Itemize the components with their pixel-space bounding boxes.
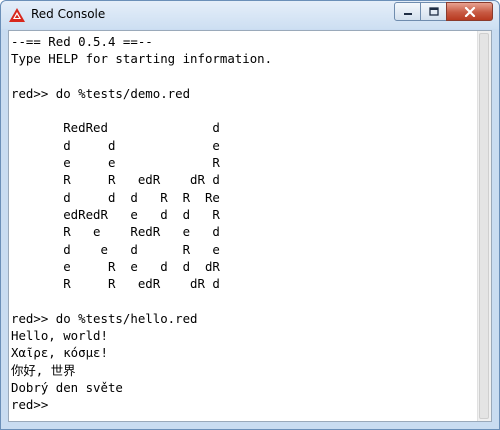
red-logo-icon <box>9 8 25 22</box>
console-line: e R e d d dR <box>11 258 220 274</box>
close-button[interactable] <box>446 2 493 21</box>
console-line: RedRed d <box>11 120 220 136</box>
title-bar[interactable]: Red Console <box>1 1 499 29</box>
console-line: R R edR dR d <box>11 172 220 188</box>
maximize-icon <box>428 7 439 16</box>
red-console-window: Red Console --== Red 0.5.4 ==-- Type HELP… <box>0 0 500 430</box>
console-line: Χαῖρε, κόσμε! <box>11 345 108 361</box>
vertical-scrollbar[interactable] <box>477 31 491 421</box>
console-line: R R edR dR d <box>11 276 220 292</box>
console-line: R e RedR e d <box>11 224 220 240</box>
console-line: 你好, 世界 <box>11 362 76 378</box>
minimize-button[interactable] <box>394 2 421 21</box>
console-line: edRedR e d d R <box>11 206 220 222</box>
scrollbar-thumb[interactable] <box>479 33 489 419</box>
console-line: red>> do %tests/demo.red <box>11 85 191 101</box>
close-icon <box>464 6 475 17</box>
minimize-icon <box>403 12 412 15</box>
console-line: d d d R R Re <box>11 189 220 205</box>
console-output-area[interactable]: --== Red 0.5.4 ==-- Type HELP for startin… <box>8 30 492 422</box>
console-line: d e d R e <box>11 241 220 257</box>
console-line: d d e <box>11 137 220 153</box>
console-line: red>> <box>11 397 49 413</box>
console-text: --== Red 0.5.4 ==-- Type HELP for startin… <box>11 33 477 414</box>
console-line: e e R <box>11 155 220 171</box>
console-line: Hello, world! <box>11 328 108 344</box>
window-title: Red Console <box>31 7 106 21</box>
console-line: red>> do %tests/hello.red <box>11 310 198 326</box>
console-line: --== Red 0.5.4 ==-- <box>11 34 153 49</box>
console-line: Type HELP for starting information. <box>11 51 273 67</box>
console-line: Dobrý den světe <box>11 379 123 395</box>
maximize-button[interactable] <box>420 2 447 21</box>
